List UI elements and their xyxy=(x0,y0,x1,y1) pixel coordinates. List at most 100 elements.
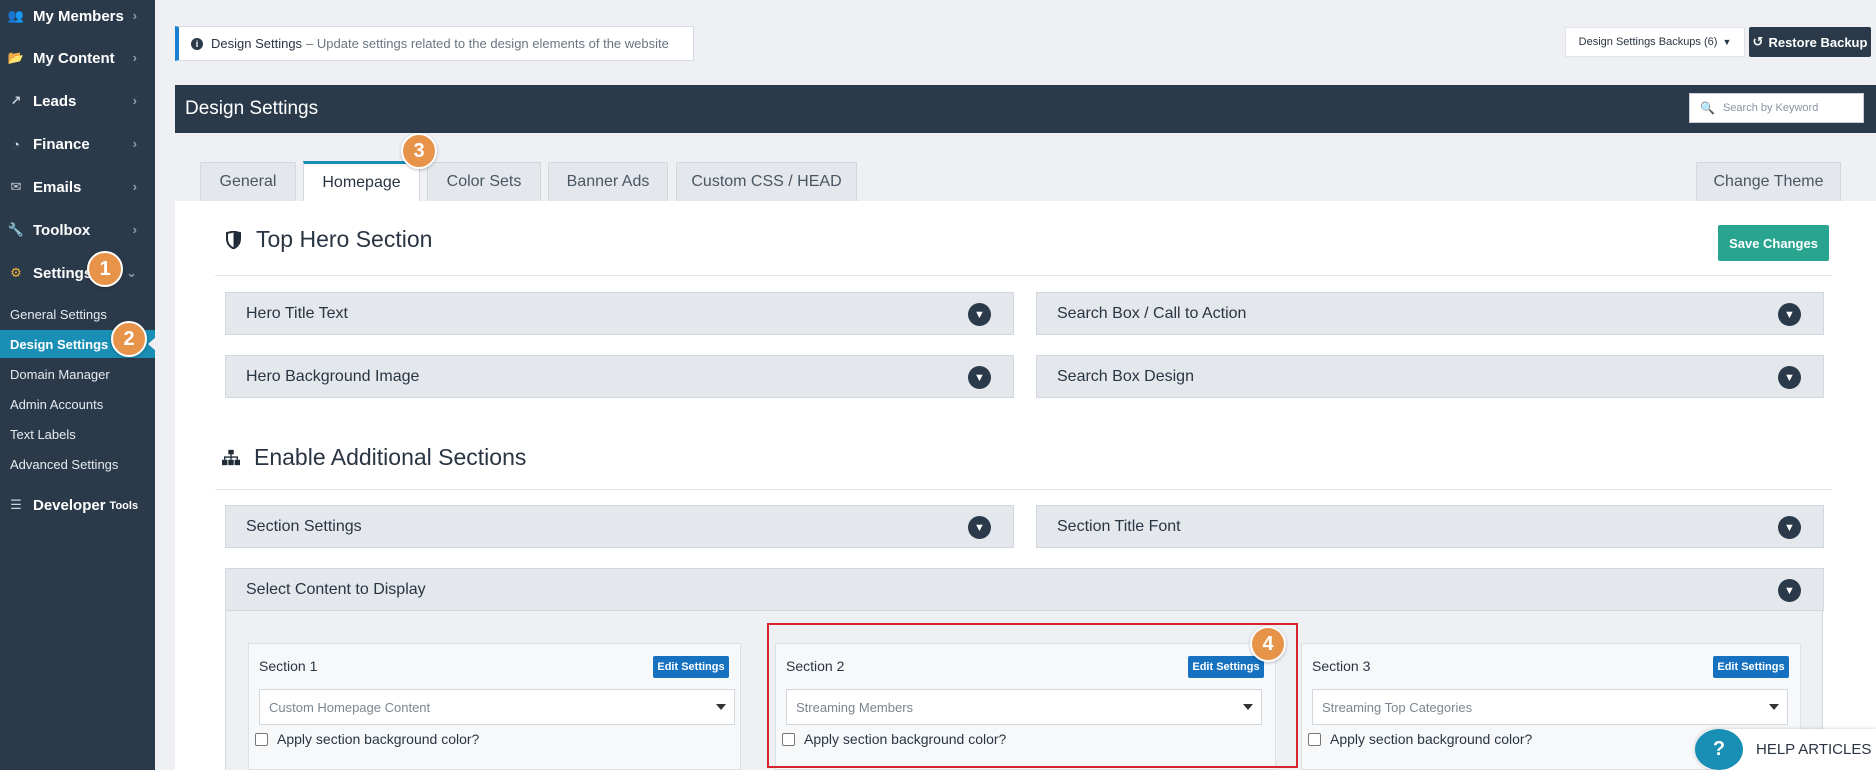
highlight-box xyxy=(767,623,1298,768)
panel-header: Design Settings xyxy=(175,85,1876,133)
help-articles-label: HELP ARTICLES xyxy=(1756,741,1872,758)
sidebar-item-my-content[interactable]: 📂 My Content › xyxy=(0,38,155,78)
accordion-label: Section Settings xyxy=(246,517,362,535)
sidebar-item-label: Leads xyxy=(33,92,77,110)
accordion-label: Search Box / Call to Action xyxy=(1057,304,1247,322)
chevron-right-icon: › xyxy=(132,179,137,194)
info-box: i Design Settings – Update settings rela… xyxy=(175,26,694,61)
question-icon: ? xyxy=(1695,729,1743,770)
sidebar-item-developer-tools[interactable]: ☰ Developer Tools xyxy=(0,485,155,525)
chevron-right-icon: › xyxy=(132,222,137,237)
tab-general[interactable]: General xyxy=(200,162,296,201)
step-badge-2: 2 xyxy=(111,321,147,357)
tab-homepage[interactable]: Homepage xyxy=(303,161,420,201)
sidebar-item-leads[interactable]: ↗ Leads › xyxy=(0,81,155,121)
page-title: Design Settings xyxy=(185,98,319,119)
accordion-section-title-font[interactable]: Section Title Font ▼ xyxy=(1036,505,1824,548)
edit-settings-button[interactable]: Edit Settings xyxy=(1713,656,1789,678)
share-icon: ↗ xyxy=(10,93,22,108)
chevron-down-icon: ▼ xyxy=(1778,516,1801,539)
inbox-icon: ✉ xyxy=(10,179,22,194)
sidebar-item-emails[interactable]: ✉ Emails › xyxy=(0,167,155,207)
change-theme-button[interactable]: Change Theme xyxy=(1696,162,1841,201)
edit-settings-button[interactable]: Edit Settings xyxy=(653,656,729,678)
checkbox-box[interactable] xyxy=(1308,732,1321,746)
chevron-down-icon: ▼ xyxy=(1778,303,1801,326)
section-title: Top Hero Section xyxy=(256,226,433,252)
checkbox-label: Apply section background color? xyxy=(1330,731,1533,747)
sidebar-subitem-admin-accounts[interactable]: Admin Accounts xyxy=(0,390,155,418)
accordion-label: Hero Title Text xyxy=(246,304,348,322)
accordion-label: Section Title Font xyxy=(1057,517,1181,535)
step-badge-4: 4 xyxy=(1250,626,1286,662)
sidebar-item-label: My Content xyxy=(33,49,115,67)
info-title: Design Settings xyxy=(211,36,303,51)
caret-down-icon: ▼ xyxy=(1722,37,1732,47)
sidebar-subitem-text-labels[interactable]: Text Labels xyxy=(0,420,155,448)
shield-icon xyxy=(224,230,242,249)
step-badge-3: 3 xyxy=(401,133,437,169)
info-icon: i xyxy=(191,37,203,50)
section-content-select[interactable]: Streaming Top Categories xyxy=(1312,689,1788,725)
sidebar-item-my-members[interactable]: 👥 My Members › xyxy=(0,0,155,36)
sidebar-item-toolbox[interactable]: 🔧 Toolbox › xyxy=(0,210,155,250)
chevron-down-icon: ▼ xyxy=(968,303,991,326)
select-value: Custom Homepage Content xyxy=(269,699,431,715)
accordion-select-content-to-display[interactable]: Select Content to Display ▼ xyxy=(225,568,1824,611)
sitemap-icon xyxy=(222,449,240,466)
chevron-right-icon: › xyxy=(132,136,137,151)
restore-backup-button[interactable]: ↺ Restore Backup xyxy=(1749,27,1871,57)
chevron-right-icon: › xyxy=(132,93,137,108)
select-value: Streaming Top Categories xyxy=(1322,699,1473,715)
caret-down-icon xyxy=(1769,704,1779,710)
sidebar: 👥 My Members › 📂 My Content › ↗ Leads › … xyxy=(0,0,156,770)
section-card-title: Section 3 xyxy=(1312,658,1371,674)
accordion-hero-background-image[interactable]: Hero Background Image ▼ xyxy=(225,355,1014,398)
accordion-section-settings[interactable]: Section Settings ▼ xyxy=(225,505,1014,548)
tab-color-sets[interactable]: Color Sets xyxy=(427,162,541,201)
search-icon: 🔍 xyxy=(1700,101,1715,115)
pie-chart-icon: ◔ xyxy=(12,136,20,152)
info-description: – Update settings related to the design … xyxy=(306,36,669,51)
sidebar-item-settings[interactable]: ⚙ Settings ⌄ xyxy=(0,253,155,293)
section-card-1: Section 1 Edit Settings Custom Homepage … xyxy=(248,643,741,770)
section-title: Enable Additional Sections xyxy=(254,444,527,470)
sidebar-item-label: Finance xyxy=(33,135,90,153)
sidebar-item-label: Emails xyxy=(33,178,82,196)
accordion-label: Hero Background Image xyxy=(246,367,420,385)
accordion-hero-title-text[interactable]: Hero Title Text ▼ xyxy=(225,292,1014,335)
design-settings-backups-dropdown[interactable]: Design Settings Backups (6) ▼ xyxy=(1565,27,1745,57)
accordion-search-box-call-to-action[interactable]: Search Box / Call to Action ▼ xyxy=(1036,292,1824,335)
divider xyxy=(215,489,1832,490)
save-changes-button[interactable]: Save Changes xyxy=(1718,225,1829,261)
caret-down-icon xyxy=(716,704,726,710)
sidebar-subitem-domain-manager[interactable]: Domain Manager xyxy=(0,360,155,388)
chevron-right-icon: › xyxy=(132,50,137,65)
help-articles-button[interactable]: ? HELP ARTICLES xyxy=(1695,729,1876,770)
sidebar-item-label-small: Tools xyxy=(109,500,139,512)
tab-custom-css-head[interactable]: Custom CSS / HEAD xyxy=(676,162,857,201)
step-badge-1: 1 xyxy=(87,251,123,287)
keyword-search-input[interactable]: 🔍 Search by Keyword xyxy=(1689,93,1864,123)
sidebar-item-finance[interactable]: ◔ Finance › xyxy=(0,124,155,164)
checkbox-box[interactable] xyxy=(255,732,268,746)
bg-color-checkbox[interactable]: Apply section background color? xyxy=(255,731,479,747)
top-hero-section-heading: Top Hero Section xyxy=(224,226,432,253)
divider xyxy=(215,275,1832,276)
restore-backup-label: Restore Backup xyxy=(1768,34,1868,50)
enable-additional-sections-heading: Enable Additional Sections xyxy=(222,444,526,471)
bg-color-checkbox[interactable]: Apply section background color? xyxy=(1308,731,1532,747)
tab-banner-ads[interactable]: Banner Ads xyxy=(548,162,668,201)
sidebar-subitem-advanced-settings[interactable]: Advanced Settings xyxy=(0,450,155,478)
chevron-down-icon: ▼ xyxy=(1778,366,1801,389)
wrench-icon: 🔧 xyxy=(7,222,25,237)
section-content-select[interactable]: Custom Homepage Content xyxy=(259,689,735,725)
sliders-icon: ☰ xyxy=(10,497,22,512)
sidebar-item-label: Settings xyxy=(33,264,93,282)
accordion-label: Search Box Design xyxy=(1057,367,1194,385)
accordion-search-box-design[interactable]: Search Box Design ▼ xyxy=(1036,355,1824,398)
section-card-title: Section 1 xyxy=(259,658,318,674)
gear-icon: ⚙ xyxy=(10,265,22,280)
sidebar-item-label: Toolbox xyxy=(33,221,91,239)
search-placeholder: Search by Keyword xyxy=(1722,102,1819,114)
